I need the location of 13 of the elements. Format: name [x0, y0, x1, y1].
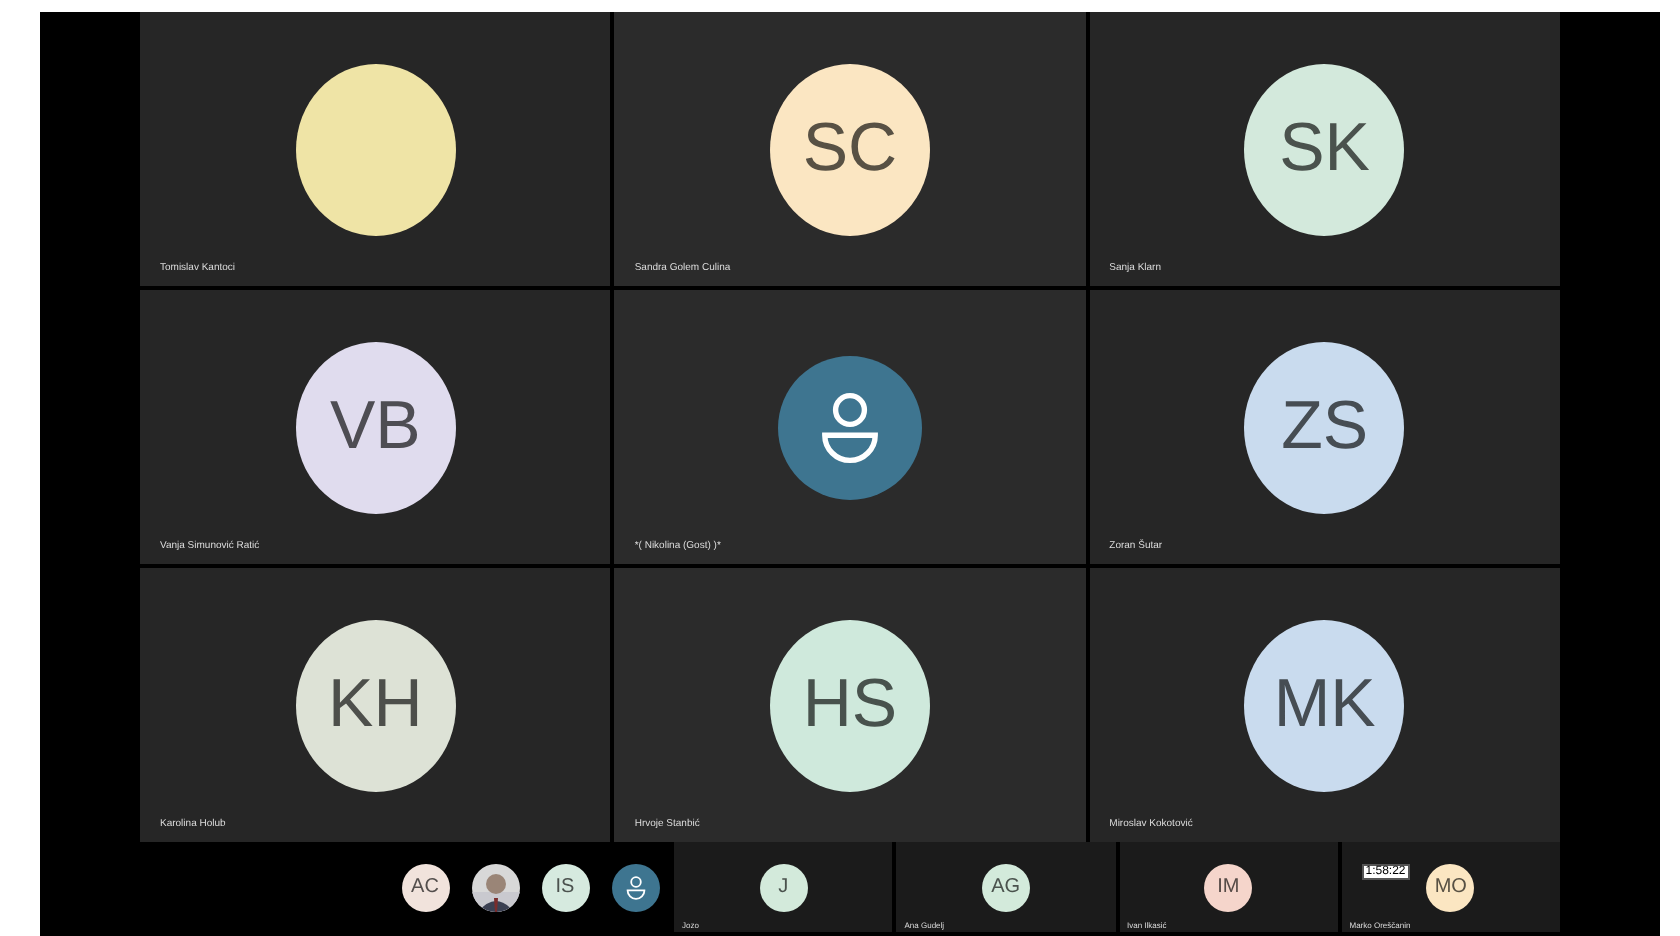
avatar: AC [401, 863, 449, 911]
avatar: J [759, 863, 808, 911]
avatar: SK [1244, 63, 1405, 235]
avatar: MO [1426, 863, 1475, 911]
avatar: MK [1244, 619, 1405, 791]
avatar: AG [981, 863, 1030, 911]
avatar: IM [1204, 863, 1253, 911]
avatar: VB [295, 341, 456, 513]
avatar: SC [769, 63, 930, 235]
avatar: IS [541, 863, 589, 911]
avatar: KH [295, 619, 456, 791]
avatar: HS [769, 619, 930, 791]
avatar: ZS [1244, 341, 1405, 513]
